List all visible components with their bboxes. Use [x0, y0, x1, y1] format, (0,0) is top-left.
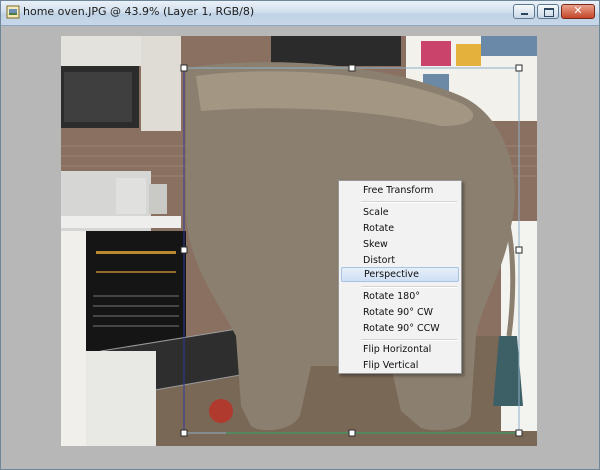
minimize-button[interactable] [513, 4, 535, 19]
photoshop-document-icon [6, 5, 20, 19]
close-icon: ✕ [573, 4, 583, 17]
transform-handle-bottom[interactable] [348, 429, 356, 437]
upper-cabinet-door [141, 36, 181, 131]
photo-kitchen-with-elephant [61, 36, 537, 446]
menu-item-flip-horizontal[interactable]: Flip Horizontal [341, 342, 459, 357]
menu-item-rotate-90-cw[interactable]: Rotate 90° CW [341, 305, 459, 320]
menu-item-rotate-90-ccw[interactable]: Rotate 90° CCW [341, 321, 459, 336]
menu-separator [361, 339, 457, 341]
window-controls: ✕ [513, 4, 595, 19]
transform-handle-bottom-right[interactable] [515, 429, 523, 437]
transform-handle-left[interactable] [180, 246, 188, 254]
menu-item-skew[interactable]: Skew [341, 237, 459, 252]
close-button[interactable]: ✕ [561, 4, 595, 19]
oven-interior [86, 231, 186, 351]
transform-handle-top[interactable] [348, 64, 356, 72]
document-canvas[interactable] [61, 36, 537, 446]
menu-item-distort[interactable]: Distort [341, 253, 459, 268]
menu-item-rotate[interactable]: Rotate [341, 221, 459, 236]
document-title: home oven.JPG @ 43.9% (Layer 1, RGB/8) [23, 5, 255, 18]
transform-context-menu: Free Transform Scale Rotate Skew Distort… [338, 180, 462, 374]
maximize-button[interactable] [537, 4, 559, 19]
document-window: home oven.JPG @ 43.9% (Layer 1, RGB/8) ✕ [0, 0, 600, 470]
minimize-icon [521, 13, 528, 15]
maximize-icon [544, 8, 554, 17]
transform-handle-top-left[interactable] [180, 64, 188, 72]
menu-item-perspective[interactable]: Perspective [341, 267, 459, 282]
menu-separator [361, 201, 457, 203]
doorway [271, 36, 401, 66]
menu-item-rotate-180[interactable]: Rotate 180° [341, 289, 459, 304]
menu-item-flip-vertical[interactable]: Flip Vertical [341, 358, 459, 373]
transform-handle-bottom-left[interactable] [180, 429, 188, 437]
menu-item-scale[interactable]: Scale [341, 205, 459, 220]
transform-handle-top-right[interactable] [515, 64, 523, 72]
transform-handle-right[interactable] [515, 246, 523, 254]
lower-cabinet [61, 231, 86, 446]
title-bar[interactable]: home oven.JPG @ 43.9% (Layer 1, RGB/8) ✕ [1, 1, 599, 26]
menu-separator [361, 286, 457, 288]
menu-item-free-transform[interactable]: Free Transform [341, 183, 459, 198]
